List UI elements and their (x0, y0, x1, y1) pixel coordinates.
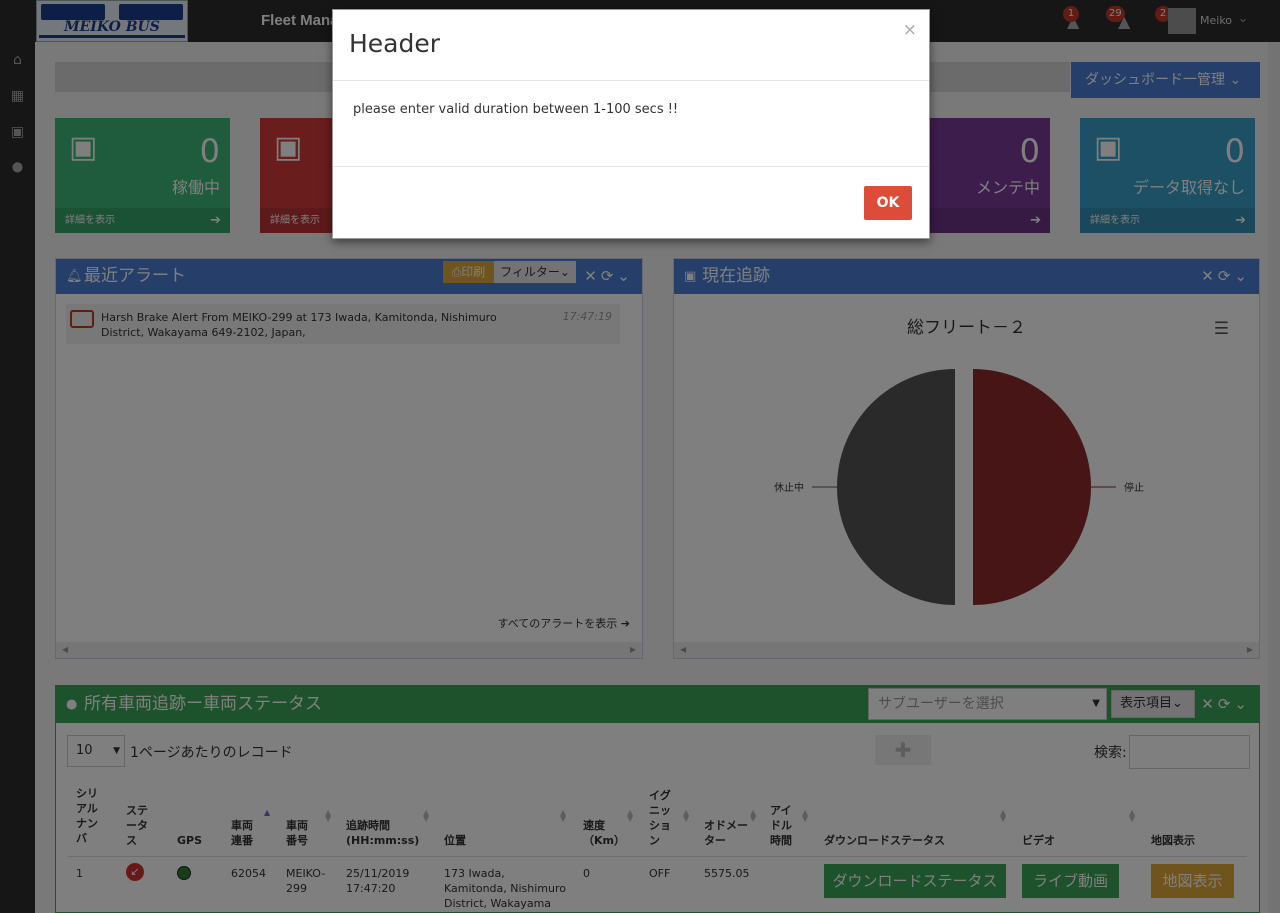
close-icon[interactable]: × (903, 20, 917, 40)
ok-button[interactable]: OK (864, 186, 912, 220)
modal-header: Header × (333, 10, 929, 81)
modal-footer (333, 166, 929, 167)
modal-title: Header (349, 29, 441, 58)
modal-message: please enter valid duration between 1-10… (353, 102, 679, 117)
alert-modal: Header × please enter valid duration bet… (332, 9, 930, 239)
